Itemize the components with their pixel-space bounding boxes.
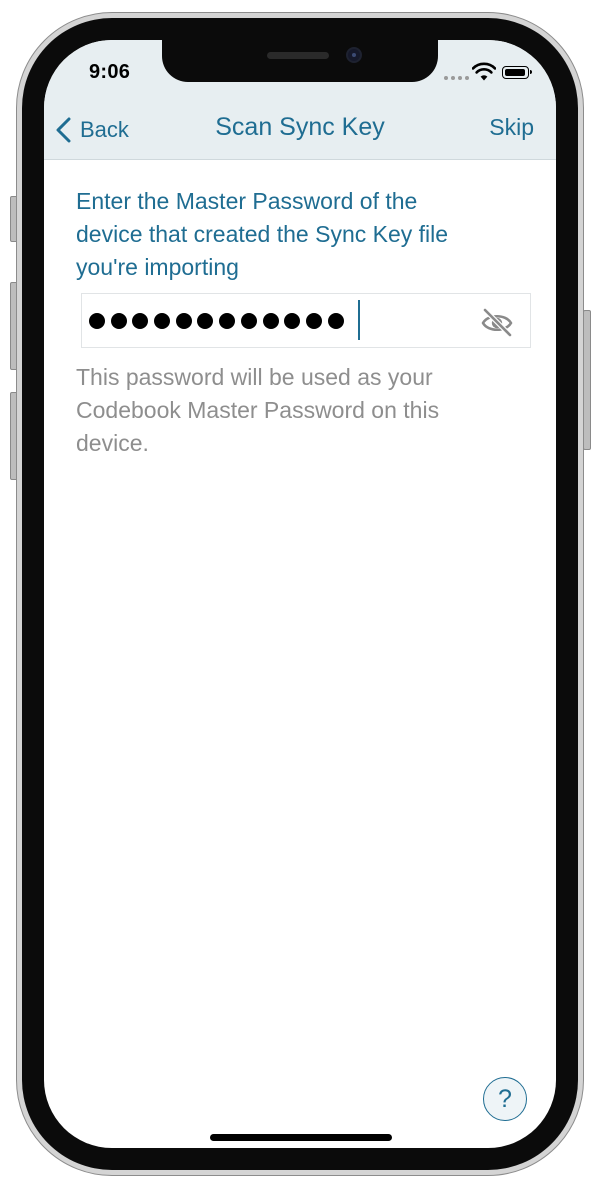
header-bar: 9:06 Back Scan Sync Key Skip — [44, 40, 556, 160]
prompt-line: Enter the Master Password of the — [76, 188, 418, 214]
page: 9:06 Back Scan Sync Key Skip Enter the M… — [0, 0, 600, 1188]
status-icons — [440, 62, 535, 82]
password-dot — [305, 313, 322, 329]
prompt-line: you're importing — [76, 254, 239, 280]
text-cursor — [358, 300, 360, 340]
skip-button[interactable]: Skip — [489, 114, 534, 141]
helper-line: Codebook Master Password on this — [76, 397, 440, 423]
power-button — [583, 310, 591, 450]
password-prompt: Enter the Master Password of the device … — [76, 185, 528, 284]
helper-line: This password will be used as your — [76, 364, 433, 390]
password-dot — [175, 313, 192, 329]
prompt-line: device that created the Sync Key file — [76, 221, 449, 247]
master-password-input[interactable] — [81, 293, 531, 348]
phone-screen: 9:06 Back Scan Sync Key Skip Enter the M… — [44, 40, 556, 1148]
help-button[interactable]: ? — [483, 1077, 527, 1121]
password-masked-value — [89, 308, 344, 334]
speaker-grille — [267, 52, 329, 59]
password-helper-text: This password will be used as your Codeb… — [76, 361, 516, 460]
status-time: 9:06 — [89, 61, 131, 83]
home-indicator[interactable] — [210, 1134, 392, 1141]
password-dot — [110, 313, 127, 329]
notch — [162, 40, 438, 82]
password-dot — [154, 313, 171, 329]
front-camera — [346, 47, 362, 63]
wifi-icon — [472, 62, 496, 81]
password-dot — [197, 313, 214, 329]
battery-icon — [502, 66, 532, 79]
password-dot — [262, 313, 279, 329]
cellular-dots-icon — [444, 76, 470, 80]
password-dot — [219, 313, 236, 329]
password-dot — [89, 313, 105, 329]
helper-line: device. — [76, 430, 149, 456]
password-dot — [327, 313, 344, 329]
password-dot — [240, 313, 257, 329]
password-dot — [284, 313, 301, 329]
eye-slash-icon[interactable] — [480, 306, 514, 338]
page-title: Scan Sync Key — [215, 113, 385, 141]
password-dot — [132, 313, 149, 329]
